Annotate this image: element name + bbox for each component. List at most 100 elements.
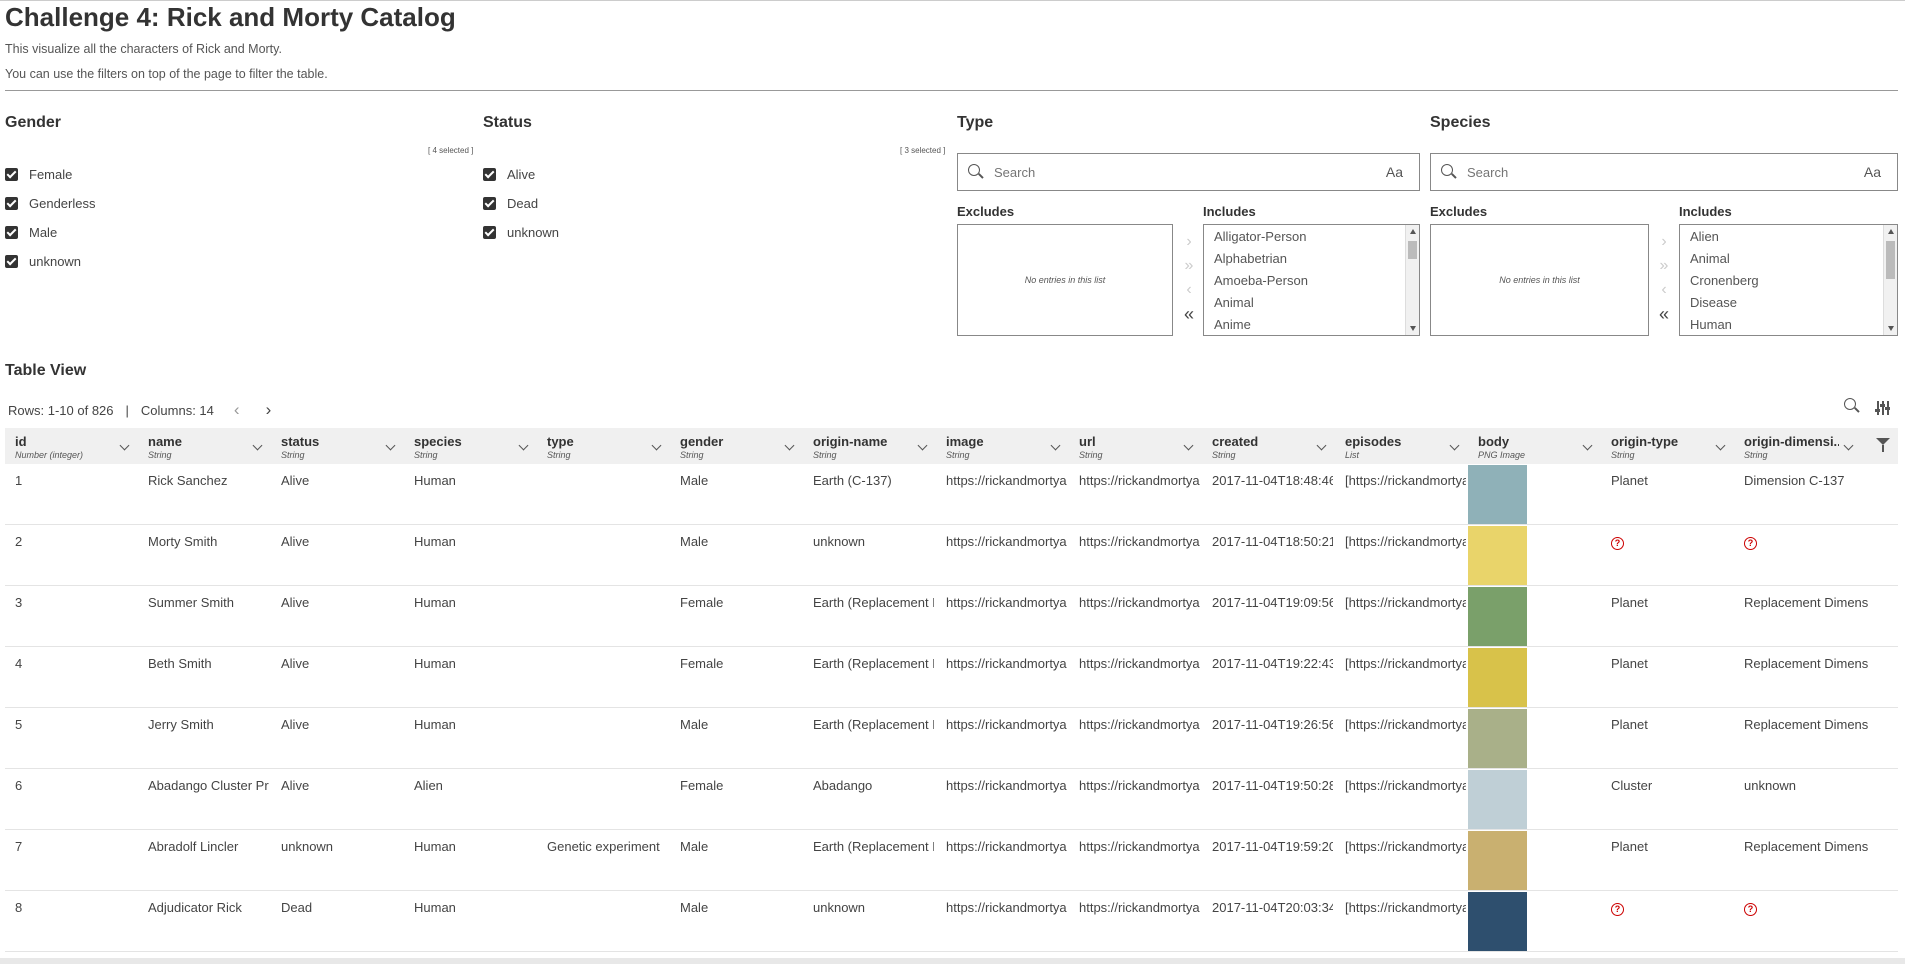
species-list-item[interactable]: Human bbox=[1680, 314, 1897, 335]
species-excludes-list[interactable]: No entries in this list bbox=[1430, 224, 1649, 336]
settings-sliders-icon[interactable] bbox=[1875, 401, 1890, 415]
column-header-gender[interactable]: gender String bbox=[670, 428, 803, 464]
status-option[interactable]: Alive bbox=[483, 167, 535, 182]
chevron-down-icon[interactable] bbox=[917, 440, 928, 451]
chevron-down-icon[interactable] bbox=[1050, 440, 1061, 451]
species-includes-list[interactable]: Alien Animal Cronenberg Disease Human bbox=[1679, 224, 1898, 336]
species-list-item[interactable]: Disease bbox=[1680, 292, 1897, 314]
match-case-toggle[interactable]: Aa bbox=[1386, 164, 1403, 180]
table-row[interactable]: 2 Morty Smith Alive Human Male unknown https:/… bbox=[5, 525, 1898, 586]
scroll-down-icon[interactable] bbox=[1888, 326, 1894, 331]
column-header-url[interactable]: url String bbox=[1069, 428, 1202, 464]
column-header-origin-name[interactable]: origin-name String bbox=[803, 428, 936, 464]
column-header-type[interactable]: type String bbox=[537, 428, 670, 464]
column-header-status[interactable]: status String bbox=[271, 428, 404, 464]
column-header-species[interactable]: species String bbox=[404, 428, 537, 464]
status-option[interactable]: Dead bbox=[483, 196, 538, 211]
column-header-id[interactable]: id Number (integer) bbox=[5, 428, 138, 464]
column-header-origin-dimensi[interactable]: origin-dimensi... String bbox=[1734, 428, 1862, 464]
column-header-created[interactable]: created String bbox=[1202, 428, 1335, 464]
scroll-thumb[interactable] bbox=[1408, 241, 1417, 259]
column-header-body[interactable]: body PNG Image bbox=[1468, 428, 1601, 464]
match-case-toggle[interactable]: Aa bbox=[1864, 164, 1881, 180]
next-page-icon[interactable]: › bbox=[266, 400, 272, 420]
filter-icon[interactable] bbox=[1876, 438, 1890, 452]
gender-option[interactable]: unknown bbox=[5, 254, 81, 269]
status-option[interactable]: unknown bbox=[483, 225, 559, 240]
gender-option[interactable]: Female bbox=[5, 167, 72, 182]
type-search-input[interactable] bbox=[994, 164, 1386, 180]
table-row[interactable]: 4 Beth Smith Alive Human Female Earth (Replac… bbox=[5, 647, 1898, 708]
type-list-item[interactable]: Anime bbox=[1204, 314, 1419, 335]
checkbox-checked-icon[interactable] bbox=[5, 226, 18, 239]
species-includes-scrollbar[interactable] bbox=[1883, 225, 1897, 335]
species-list-item[interactable]: Animal bbox=[1680, 248, 1897, 270]
cell-name: Beth Smith bbox=[148, 656, 212, 671]
chevron-down-icon[interactable] bbox=[651, 440, 662, 451]
chevron-down-icon[interactable] bbox=[1582, 440, 1593, 451]
type-list-item[interactable]: Animal bbox=[1204, 292, 1419, 314]
move-all-right-icon[interactable]: » bbox=[1185, 254, 1194, 278]
chevron-down-icon[interactable] bbox=[1316, 440, 1327, 451]
type-excludes-list[interactable]: No entries in this list bbox=[957, 224, 1173, 336]
type-search-box[interactable]: Aa bbox=[957, 153, 1420, 191]
move-right-icon[interactable]: › bbox=[1661, 230, 1666, 254]
scroll-up-icon[interactable] bbox=[1410, 229, 1416, 234]
scroll-up-icon[interactable] bbox=[1888, 229, 1894, 234]
table-row[interactable]: 6 Abadango Cluster Princess Alive Alien Fema… bbox=[5, 769, 1898, 830]
chevron-down-icon[interactable] bbox=[252, 440, 263, 451]
table-row[interactable]: 8 Adjudicator Rick Dead Human Male unknown htt… bbox=[5, 891, 1898, 952]
chevron-down-icon[interactable] bbox=[385, 440, 396, 451]
move-all-right-icon[interactable]: » bbox=[1660, 254, 1669, 278]
previous-page-icon[interactable]: ‹ bbox=[234, 400, 240, 420]
type-excludes-label: Excludes bbox=[957, 204, 1015, 219]
table-row[interactable]: 3 Summer Smith Alive Human Female Earth (Repl… bbox=[5, 586, 1898, 647]
cell-id: 6 bbox=[15, 778, 23, 793]
move-right-icon[interactable]: › bbox=[1186, 230, 1191, 254]
chevron-down-icon[interactable] bbox=[1183, 440, 1194, 451]
column-header-origin-type[interactable]: origin-type String bbox=[1601, 428, 1734, 464]
table-search-button[interactable] bbox=[1844, 398, 1862, 416]
cell-species: Alien bbox=[414, 778, 443, 793]
column-header-episodes[interactable]: episodes List bbox=[1335, 428, 1468, 464]
type-list-item[interactable]: Alphabetrian bbox=[1204, 248, 1419, 270]
chevron-down-icon[interactable] bbox=[1449, 440, 1460, 451]
chevron-down-icon[interactable] bbox=[119, 440, 130, 451]
chevron-down-icon[interactable] bbox=[518, 440, 529, 451]
column-header-name[interactable]: name String bbox=[138, 428, 271, 464]
chevron-down-icon[interactable] bbox=[1843, 440, 1854, 451]
move-left-icon[interactable]: ‹ bbox=[1186, 278, 1191, 302]
column-type: String bbox=[1744, 450, 1768, 460]
species-filter-title: Species bbox=[1430, 114, 1491, 131]
type-includes-list[interactable]: Alligator-Person Alphabetrian Amoeba-Perso… bbox=[1203, 224, 1420, 336]
scroll-thumb[interactable] bbox=[1886, 241, 1895, 279]
species-list-item[interactable]: Cronenberg bbox=[1680, 270, 1897, 292]
chevron-down-icon[interactable] bbox=[784, 440, 795, 451]
column-header-image[interactable]: image String bbox=[936, 428, 1069, 464]
checkbox-checked-icon[interactable] bbox=[483, 168, 496, 181]
type-list-item[interactable]: Amoeba-Person bbox=[1204, 270, 1419, 292]
checkbox-checked-icon[interactable] bbox=[5, 197, 18, 210]
checkbox-checked-icon[interactable] bbox=[483, 197, 496, 210]
move-all-left-icon[interactable]: « bbox=[1659, 302, 1669, 326]
type-list-item[interactable]: Alligator-Person bbox=[1204, 226, 1419, 248]
checkbox-checked-icon[interactable] bbox=[483, 226, 496, 239]
chevron-down-icon[interactable] bbox=[1715, 440, 1726, 451]
table-row[interactable]: 5 Jerry Smith Alive Human Male Earth (Replace… bbox=[5, 708, 1898, 769]
horizontal-scrollbar[interactable] bbox=[0, 958, 1905, 964]
scroll-down-icon[interactable] bbox=[1410, 326, 1416, 331]
column-type: Number (integer) bbox=[15, 450, 84, 460]
species-search-box[interactable]: Aa bbox=[1430, 153, 1898, 191]
character-image bbox=[1468, 709, 1527, 768]
species-search-input[interactable] bbox=[1467, 164, 1864, 180]
table-row[interactable]: 7 Abradolf Lincler unknown Human Genetic exp… bbox=[5, 830, 1898, 891]
move-left-icon[interactable]: ‹ bbox=[1661, 278, 1666, 302]
checkbox-checked-icon[interactable] bbox=[5, 168, 18, 181]
move-all-left-icon[interactable]: « bbox=[1184, 302, 1194, 326]
gender-option[interactable]: Male bbox=[5, 225, 57, 240]
species-list-item[interactable]: Alien bbox=[1680, 226, 1897, 248]
table-row[interactable]: 1 Rick Sanchez Alive Human Male Earth (C-137)… bbox=[5, 464, 1898, 525]
gender-option[interactable]: Genderless bbox=[5, 196, 95, 211]
type-includes-scrollbar[interactable] bbox=[1405, 225, 1419, 335]
checkbox-checked-icon[interactable] bbox=[5, 255, 18, 268]
